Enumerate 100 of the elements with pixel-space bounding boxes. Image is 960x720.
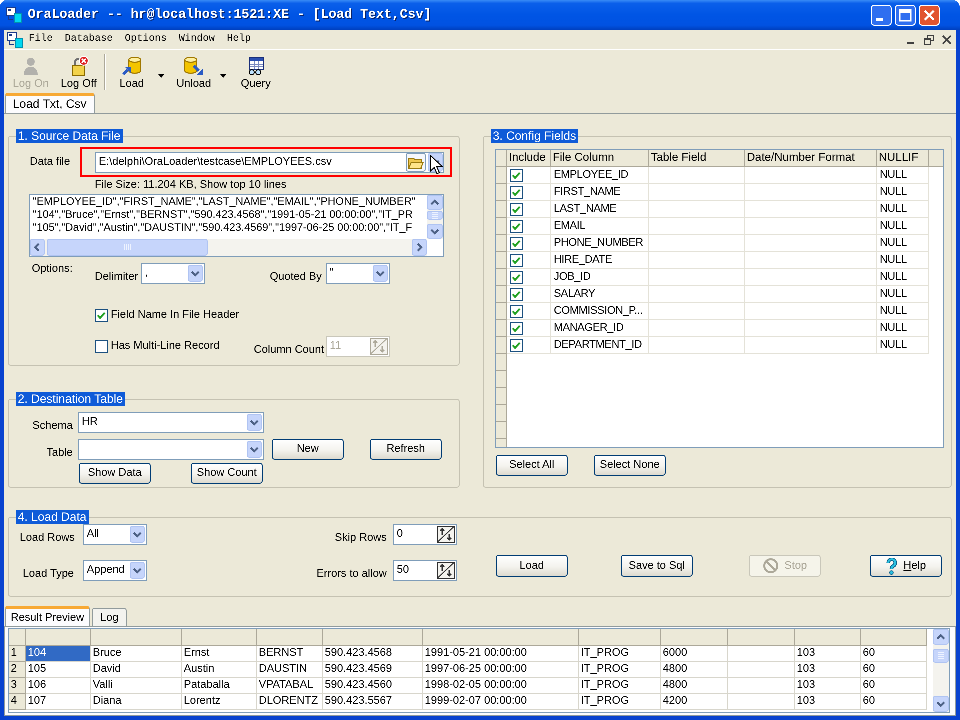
table-cell: NULL xyxy=(877,286,929,303)
tab[interactable]: Result Preview xyxy=(5,606,90,626)
schema-dropdown[interactable]: HR xyxy=(78,412,264,433)
menu-item[interactable]: File xyxy=(23,32,60,48)
close-icon[interactable] xyxy=(942,34,952,44)
checkbox[interactable] xyxy=(510,186,523,198)
row-header: 4 xyxy=(9,694,26,710)
table-cell: Valli xyxy=(91,678,182,694)
table-window-icon[interactable] xyxy=(246,56,266,76)
scrollbar-thumb[interactable] xyxy=(427,211,443,220)
table-cell: 103 xyxy=(795,646,861,662)
menu-item[interactable]: Options xyxy=(119,32,174,48)
group-title: 3. Config Fields xyxy=(491,129,578,143)
restore-icon[interactable] xyxy=(924,34,934,44)
chevron-right-icon[interactable] xyxy=(412,239,427,256)
spin-arrows-icon[interactable] xyxy=(437,562,455,579)
field-label: Errors to allow xyxy=(316,568,387,581)
table-cell: Lorentz xyxy=(182,694,257,710)
skip-rows-spinbox[interactable]: 0 xyxy=(393,524,457,545)
table-cell: NULL xyxy=(877,184,929,201)
checkbox[interactable] xyxy=(510,304,523,318)
table-cell: SALARY xyxy=(551,286,649,303)
table-cell: NULL xyxy=(877,167,929,184)
new-button[interactable]: New xyxy=(272,439,344,460)
quote-dropdown[interactable]: " xyxy=(326,263,390,284)
caret-icon[interactable] xyxy=(158,74,165,78)
folder-icon[interactable] xyxy=(406,152,426,172)
vertical-scrollbar[interactable] xyxy=(933,629,949,712)
window-title: OraLoader -- hr@localhost:1521:XE - [Load Text,Csv] xyxy=(28,6,432,24)
checkbox[interactable] xyxy=(95,309,108,322)
errors-spinbox[interactable]: 50 xyxy=(393,560,457,581)
question-mark-icon xyxy=(886,558,898,574)
show-count-button[interactable]: Show Count xyxy=(191,463,263,484)
database-icon[interactable] xyxy=(184,56,204,76)
maximize-icon[interactable] xyxy=(895,4,916,26)
refresh-button[interactable]: Refresh xyxy=(370,439,442,460)
load-rows-dropdown[interactable]: All xyxy=(83,524,147,545)
checkbox[interactable] xyxy=(510,288,523,300)
show-data-button[interactable]: Show Data xyxy=(79,463,151,484)
field-label: Data file xyxy=(30,156,70,168)
select-none-button[interactable]: Select None xyxy=(594,455,666,476)
checkbox[interactable] xyxy=(510,202,523,216)
tab[interactable]: Log xyxy=(92,608,127,626)
chevron-left-icon[interactable] xyxy=(30,239,45,256)
checkbox[interactable] xyxy=(510,236,523,250)
toolbar-button[interactable]: Unload xyxy=(172,50,216,90)
chevron-up-icon[interactable] xyxy=(427,195,443,210)
caret-icon[interactable] xyxy=(220,74,227,78)
toolbar-button[interactable]: Log Off xyxy=(57,50,101,90)
toolbar-button[interactable]: Load xyxy=(110,50,154,90)
menu-item[interactable]: Window xyxy=(173,32,222,48)
table-cell: 60 xyxy=(861,662,927,678)
tab[interactable]: Load Txt, Csv xyxy=(5,93,95,113)
chevron-up-icon[interactable] xyxy=(933,629,949,645)
table-cell: EMAIL xyxy=(551,218,649,235)
checkbox[interactable] xyxy=(510,338,523,352)
toolbar-button[interactable]: Query xyxy=(234,50,278,90)
scrollbar-thumb[interactable] xyxy=(47,239,208,256)
scrollbar-thumb[interactable] xyxy=(933,649,949,663)
table-cell: 60 xyxy=(861,694,927,710)
text-preview-area[interactable] xyxy=(29,194,444,257)
field-label: Table xyxy=(46,447,73,460)
checkbox[interactable] xyxy=(95,340,108,353)
table-dropdown[interactable] xyxy=(78,439,264,460)
load-type-dropdown[interactable]: Append xyxy=(83,560,147,581)
table-cell: Diana xyxy=(91,694,182,710)
checkbox[interactable] xyxy=(510,220,523,232)
database-icon[interactable] xyxy=(122,56,142,76)
load-button[interactable]: Load xyxy=(496,555,568,577)
minimize-icon[interactable] xyxy=(871,4,892,26)
padlock-icon[interactable] xyxy=(69,56,89,76)
vertical-scrollbar[interactable] xyxy=(427,195,443,239)
table-cell: 103 xyxy=(795,678,861,694)
table-cell: DAUSTIN xyxy=(257,662,323,678)
menu-item[interactable]: Help xyxy=(221,32,258,48)
table-cell: 6000 xyxy=(661,646,728,662)
text-line: "104","Bruce","Ernst","BERNST","590.423.4568","1991-05-21 00:00:00","IT_PR xyxy=(33,209,413,222)
checkbox[interactable] xyxy=(510,254,523,266)
table-cell: EMPLOYEE_ID xyxy=(551,167,649,184)
checkbox[interactable] xyxy=(510,270,523,284)
checkbox[interactable] xyxy=(510,322,523,334)
spin-arrows-icon[interactable] xyxy=(437,526,455,543)
table-cell: 590.423.4568 xyxy=(323,646,423,662)
table-cell: 1998-02-05 00:00:00 xyxy=(423,678,579,694)
table-cell: 106 xyxy=(26,678,91,694)
save-to-sql-button[interactable]: Save to Sql xyxy=(621,555,693,577)
help-button[interactable]: Help xyxy=(870,555,942,577)
menu-item[interactable]: Database xyxy=(59,32,120,48)
horizontal-scrollbar[interactable] xyxy=(30,239,427,256)
file-path-field[interactable]: E:\delphi\OraLoader\testcase\EMPLOYEES.csv xyxy=(95,152,444,172)
checkbox[interactable] xyxy=(510,168,523,182)
table-cell: 4800 xyxy=(661,678,728,694)
table-cell: NULL xyxy=(877,269,929,286)
select-all-button[interactable]: Select All xyxy=(496,455,568,476)
table-cell: Bruce xyxy=(91,646,182,662)
field-label: Column Count xyxy=(254,344,324,357)
column-header: Table Field xyxy=(649,150,745,166)
table-cell: JOB_ID xyxy=(551,269,649,286)
table-cell: DEPARTMENT_ID xyxy=(551,337,649,354)
delimiter-dropdown[interactable]: , xyxy=(141,263,205,284)
